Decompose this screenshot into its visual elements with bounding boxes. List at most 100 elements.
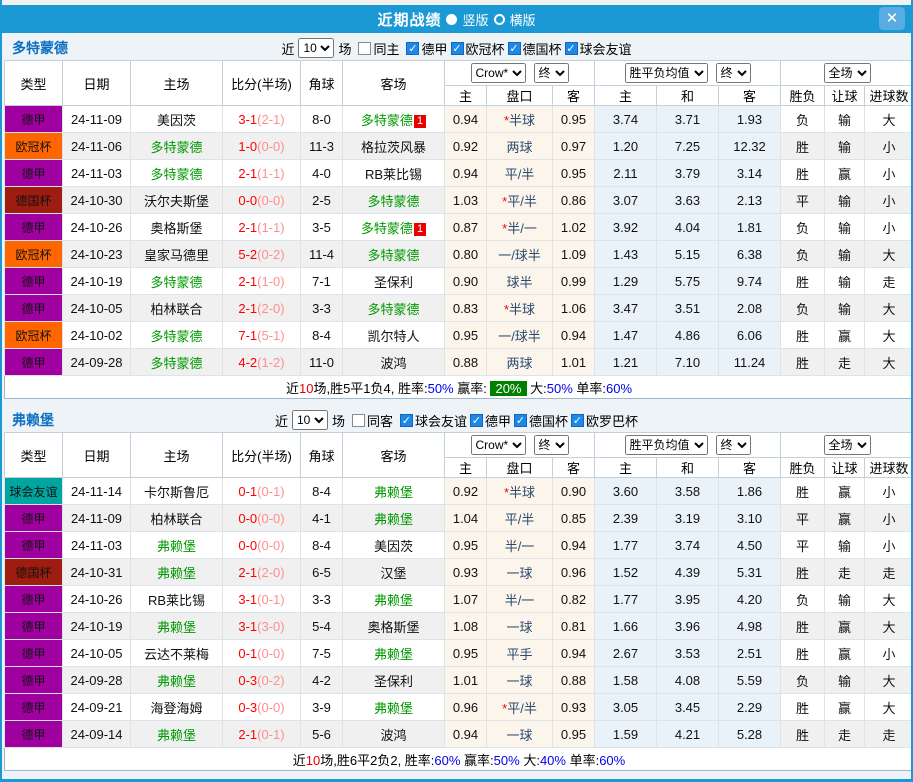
scope-select[interactable]: 全场 — [824, 435, 871, 455]
checkbox-checked-icon[interactable]: ✓ — [508, 42, 521, 55]
away-team-name: 多特蒙德 — [367, 248, 419, 263]
avg-away-odds: 3.14 — [719, 160, 781, 187]
league-filter[interactable]: ✓欧冠杯 — [451, 39, 505, 58]
home-team: 皇家马德里 — [131, 241, 223, 268]
match-row: 欧冠杯24-11-06多特蒙德1-0(0-0)11-3格拉茨风暴0.92两球0.… — [5, 133, 913, 160]
away-team: 奥格斯堡 — [343, 613, 445, 640]
handicap-text: 一/球半 — [498, 329, 541, 344]
home-team-name: RB莱比锡 — [148, 593, 205, 608]
checkbox-unchecked-icon[interactable] — [352, 414, 365, 427]
handicap-line: 球半 — [487, 268, 553, 295]
avg-draw-odds: 5.15 — [657, 241, 719, 268]
fulltime-score: 0-0 — [238, 538, 257, 553]
match-row: 德甲24-10-05柏林联合2-1(2-0)3-3多特蒙德0.83*半球1.06… — [5, 295, 913, 322]
avg-away-odds: 5.28 — [719, 721, 781, 748]
checkbox-checked-icon[interactable]: ✓ — [451, 42, 464, 55]
avg-away-odds: 11.24 — [719, 349, 781, 376]
avg-draw-odds: 4.04 — [657, 214, 719, 241]
score: 0-0(0-0) — [223, 532, 301, 559]
vertical-layout-radio[interactable] — [446, 14, 457, 25]
type-badge: 德甲 — [5, 694, 63, 721]
odds-away: 0.85 — [553, 505, 595, 532]
home-team-name: 海登海姆 — [150, 701, 202, 716]
recent-count-select[interactable]: 10 — [292, 410, 328, 430]
checkbox-checked-icon[interactable]: ✓ — [400, 414, 413, 427]
result-goals: 小 — [865, 640, 913, 667]
corner-score: 3-9 — [301, 694, 343, 721]
avg-away-odds: 4.50 — [719, 532, 781, 559]
avg-draw-odds: 3.71 — [657, 106, 719, 133]
handicap-text: 一球 — [506, 566, 532, 581]
match-date: 24-11-03 — [63, 532, 131, 559]
checkbox-checked-icon[interactable]: ✓ — [571, 414, 584, 427]
league-filter[interactable]: ✓德甲 — [406, 39, 447, 58]
odds-time-select[interactable]: 终 — [534, 435, 569, 455]
checkbox-unchecked-icon[interactable] — [358, 42, 371, 55]
result-goals: 大 — [865, 241, 913, 268]
league-filter[interactable]: ✓球会友谊 — [400, 411, 467, 430]
avg-home-odds: 1.66 — [595, 613, 657, 640]
league-filter[interactable]: ✓德甲 — [470, 411, 511, 430]
corner-score: 7-1 — [301, 268, 343, 295]
horizontal-layout-radio[interactable] — [494, 14, 505, 25]
fulltime-score: 2-1 — [238, 274, 257, 289]
odds-home: 0.94 — [445, 106, 487, 133]
checkbox-checked-icon[interactable]: ✓ — [514, 414, 527, 427]
result-goals: 走 — [865, 559, 913, 586]
same-venue-filter[interactable]: 同客 — [352, 411, 393, 430]
away-team: 圣保利 — [343, 667, 445, 694]
result-goals: 小 — [865, 505, 913, 532]
bookmaker-select[interactable]: Crow* — [471, 63, 526, 83]
match-date: 24-09-28 — [63, 349, 131, 376]
avg-odds-select[interactable]: 胜平负均值 — [625, 63, 708, 83]
away-team-name: 奥格斯堡 — [367, 620, 419, 635]
halftime-score: (0-1) — [257, 592, 284, 607]
checkbox-checked-icon[interactable]: ✓ — [406, 42, 419, 55]
away-team: 波鸿 — [343, 349, 445, 376]
checkbox-checked-icon[interactable]: ✓ — [470, 414, 483, 427]
avg-draw-odds: 3.58 — [657, 478, 719, 505]
summary-segment: 赢率: — [454, 381, 491, 396]
avg-time-select[interactable]: 终 — [716, 63, 751, 83]
odds-home: 0.93 — [445, 559, 487, 586]
scope-select[interactable]: 全场 — [824, 63, 871, 83]
odds-away: 0.93 — [553, 694, 595, 721]
corner-score: 11-4 — [301, 241, 343, 268]
avg-odds-select[interactable]: 胜平负均值 — [625, 435, 708, 455]
handicap-line: 两球 — [487, 349, 553, 376]
recent-count-select[interactable]: 10 — [298, 38, 334, 58]
corner-score: 3-3 — [301, 295, 343, 322]
league-filter[interactable]: ✓德国杯 — [514, 411, 568, 430]
result-handicap: 输 — [825, 532, 865, 559]
score: 3-1(0-1) — [223, 586, 301, 613]
col-away: 客场 — [343, 61, 445, 106]
home-team-name: 弗赖堡 — [157, 539, 196, 554]
bookmaker-select[interactable]: Crow* — [471, 435, 526, 455]
titlebar: 近期战绩 竖版 横版 ✕ — [2, 5, 911, 33]
fulltime-score: 0-3 — [238, 673, 257, 688]
league-filter[interactable]: ✓球会友谊 — [565, 39, 632, 58]
odds-time-select[interactable]: 终 — [534, 63, 569, 83]
avg-time-select[interactable]: 终 — [716, 435, 751, 455]
result-goals: 大 — [865, 586, 913, 613]
result-handicap: 输 — [825, 295, 865, 322]
handicap-text: 平/半 — [505, 512, 535, 527]
avg-draw-odds: 7.10 — [657, 349, 719, 376]
fulltime-score: 2-1 — [238, 727, 257, 742]
league-filter[interactable]: ✓德国杯 — [508, 39, 562, 58]
handicap-line: *平/半 — [487, 187, 553, 214]
checkbox-checked-icon[interactable]: ✓ — [565, 42, 578, 55]
result-goals: 大 — [865, 295, 913, 322]
match-row: 欧冠杯24-10-02多特蒙德7-1(5-1)8-4凯尔特人0.95一/球半0.… — [5, 322, 913, 349]
same-venue-filter[interactable]: 同主 — [358, 39, 399, 58]
subcol-avg-draw: 和 — [657, 86, 719, 106]
away-team-name: RB莱比锡 — [365, 167, 422, 182]
fulltime-score: 2-1 — [238, 301, 257, 316]
halftime-score: (1-0) — [257, 274, 284, 289]
league-filter[interactable]: ✓欧罗巴杯 — [571, 411, 638, 430]
close-button[interactable]: ✕ — [879, 7, 905, 30]
avg-home-odds: 1.47 — [595, 322, 657, 349]
window-title: 近期战绩 — [377, 9, 441, 30]
corner-score: 4-1 — [301, 505, 343, 532]
corner-score: 8-0 — [301, 106, 343, 133]
